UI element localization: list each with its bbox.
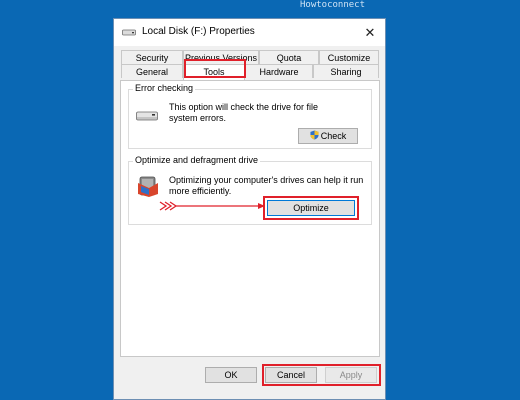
check-button[interactable]: Check	[298, 128, 358, 144]
watermark-text: Howtoconnect	[300, 0, 366, 10]
properties-dialog: Local Disk (F:) Properties ✕ Security Pr…	[113, 18, 386, 400]
optimize-group: Optimize and defragment drive Optimizing…	[128, 155, 372, 225]
error-checking-group: Error checking This option will check th…	[128, 83, 372, 149]
defragment-icon	[138, 176, 158, 197]
optimize-title: Optimize and defragment drive	[133, 155, 261, 165]
error-checking-title: Error checking	[133, 83, 196, 93]
optimize-button[interactable]: Optimize	[267, 200, 355, 216]
window-title: Local Disk (F:) Properties	[142, 26, 255, 37]
cancel-button[interactable]: Cancel	[265, 367, 317, 383]
optimize-description: Optimizing your computer's drives can he…	[169, 175, 364, 196]
disk-drive-icon	[136, 111, 158, 121]
ok-button[interactable]: OK	[205, 367, 257, 383]
tab-general[interactable]: General	[121, 64, 183, 78]
tools-tab-panel: Error checking This option will check th…	[120, 80, 380, 357]
tab-security[interactable]: Security	[121, 50, 183, 64]
apply-button[interactable]: Apply	[325, 367, 377, 383]
close-icon: ✕	[364, 24, 376, 40]
tab-quota[interactable]: Quota	[259, 50, 319, 64]
pointer-arrow-icon	[159, 201, 265, 211]
tab-hardware[interactable]: Hardware	[245, 64, 313, 78]
tab-tools[interactable]: Tools	[183, 64, 245, 80]
title-bar: Local Disk (F:) Properties ✕	[114, 19, 385, 46]
tab-customize[interactable]: Customize	[319, 50, 379, 64]
tab-previous-versions[interactable]: Previous Versions	[183, 50, 259, 64]
close-button[interactable]: ✕	[355, 19, 385, 46]
error-checking-description: This option will check the drive for fil…	[169, 102, 319, 123]
drive-icon	[122, 29, 136, 36]
tab-sharing[interactable]: Sharing	[313, 64, 379, 78]
uac-shield-icon	[310, 130, 319, 140]
